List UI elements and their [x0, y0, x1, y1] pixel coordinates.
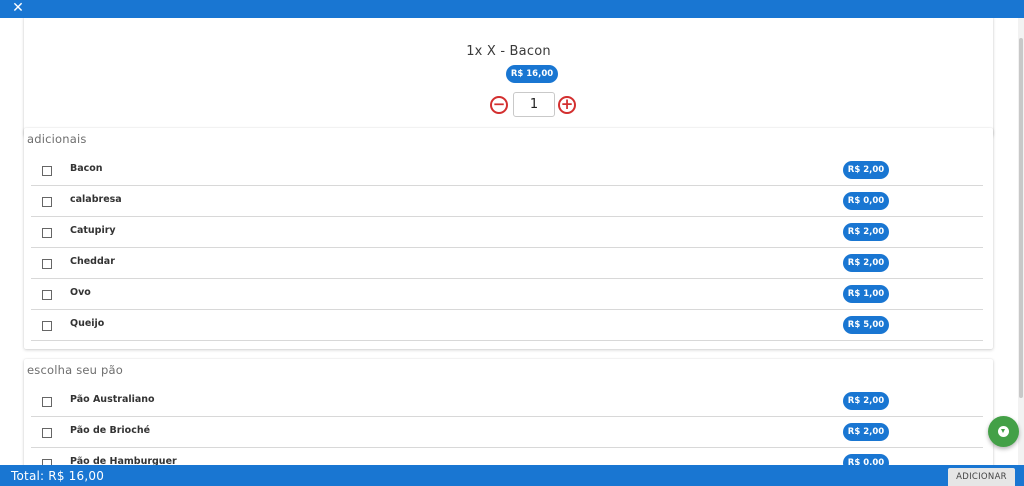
item-name: Cheddar — [70, 256, 115, 267]
list-item[interactable]: Pão Australiano R$ 2,00 — [31, 386, 983, 417]
item-price-badge: R$ 5,00 — [843, 316, 889, 334]
item-name: calabresa — [70, 194, 122, 205]
item-checkbox[interactable] — [42, 428, 52, 438]
item-name: Pão de Brioché — [70, 425, 151, 436]
item-checkbox[interactable] — [42, 259, 52, 269]
close-icon[interactable]: ✕ — [10, 0, 26, 18]
item-checkbox[interactable] — [42, 397, 52, 407]
item-name: Queijo — [70, 318, 105, 329]
top-bar: ✕ — [0, 0, 1024, 18]
quantity-stepper: − + — [490, 92, 580, 118]
item-price-badge: R$ 2,00 — [843, 254, 889, 272]
list-item[interactable]: Queijo R$ 5,00 — [31, 310, 983, 341]
scrollbar-track[interactable] — [1018, 18, 1024, 465]
section-escolha-seu-pao: escolha seu pão Pão Australiano R$ 2,00 … — [24, 359, 993, 465]
item-name: Pão de Hamburguer — [70, 456, 177, 465]
item-checkbox[interactable] — [42, 166, 52, 176]
list-item[interactable]: calabresa R$ 0,00 — [31, 186, 983, 217]
item-checkbox[interactable] — [42, 290, 52, 300]
item-price-badge: R$ 0,00 — [843, 192, 889, 210]
item-price-badge: R$ 2,00 — [843, 223, 889, 241]
quantity-input[interactable] — [513, 92, 555, 117]
product-price-badge: R$ 16,00 — [506, 65, 558, 83]
section-adicionais: adicionais Bacon R$ 2,00 calabresa R$ 0,… — [24, 128, 993, 349]
scrollbar-thumb[interactable] — [1019, 38, 1023, 398]
section-title: adicionais — [27, 132, 87, 146]
order-total: Total: R$ 16,00 — [11, 469, 105, 483]
product-title: 1x X - Bacon — [466, 44, 551, 59]
item-price-badge: R$ 2,00 — [843, 392, 889, 410]
plus-circle-icon[interactable]: + — [558, 96, 576, 114]
arrow-down-icon — [1001, 429, 1005, 433]
list-item[interactable]: Ovo R$ 1,00 — [31, 279, 983, 310]
item-name: Ovo — [70, 287, 91, 298]
product-header-card: 1x X - Bacon R$ 16,00 − + — [24, 18, 993, 136]
list-item[interactable]: Catupiry R$ 2,00 — [31, 217, 983, 248]
section-title: escolha seu pão — [27, 363, 124, 377]
scroll-down-button[interactable] — [988, 416, 1019, 447]
list-item[interactable]: Pão de Brioché R$ 2,00 — [31, 417, 983, 448]
item-checkbox[interactable] — [42, 321, 52, 331]
minus-circle-icon[interactable]: − — [490, 96, 508, 114]
content-scroll-area[interactable]: 1x X - Bacon R$ 16,00 − + adicionais Bac… — [0, 18, 1024, 465]
chevron-down-icon — [998, 426, 1009, 437]
list-item[interactable]: Pão de Hamburguer R$ 0,00 — [31, 448, 983, 465]
item-checkbox[interactable] — [42, 197, 52, 207]
item-name: Catupiry — [70, 225, 116, 236]
item-price-badge: R$ 2,00 — [843, 423, 889, 441]
item-price-badge: R$ 0,00 — [843, 454, 889, 465]
item-price-badge: R$ 1,00 — [843, 285, 889, 303]
list-item[interactable]: Cheddar R$ 2,00 — [31, 248, 983, 279]
footer-bar: Total: R$ 16,00 ADICIONAR — [0, 465, 1024, 486]
item-name: Bacon — [70, 163, 103, 174]
item-checkbox[interactable] — [42, 228, 52, 238]
list-item[interactable]: Bacon R$ 2,00 — [31, 155, 983, 186]
add-button[interactable]: ADICIONAR — [948, 468, 1015, 486]
item-name: Pão Australiano — [70, 394, 155, 405]
item-price-badge: R$ 2,00 — [843, 161, 889, 179]
